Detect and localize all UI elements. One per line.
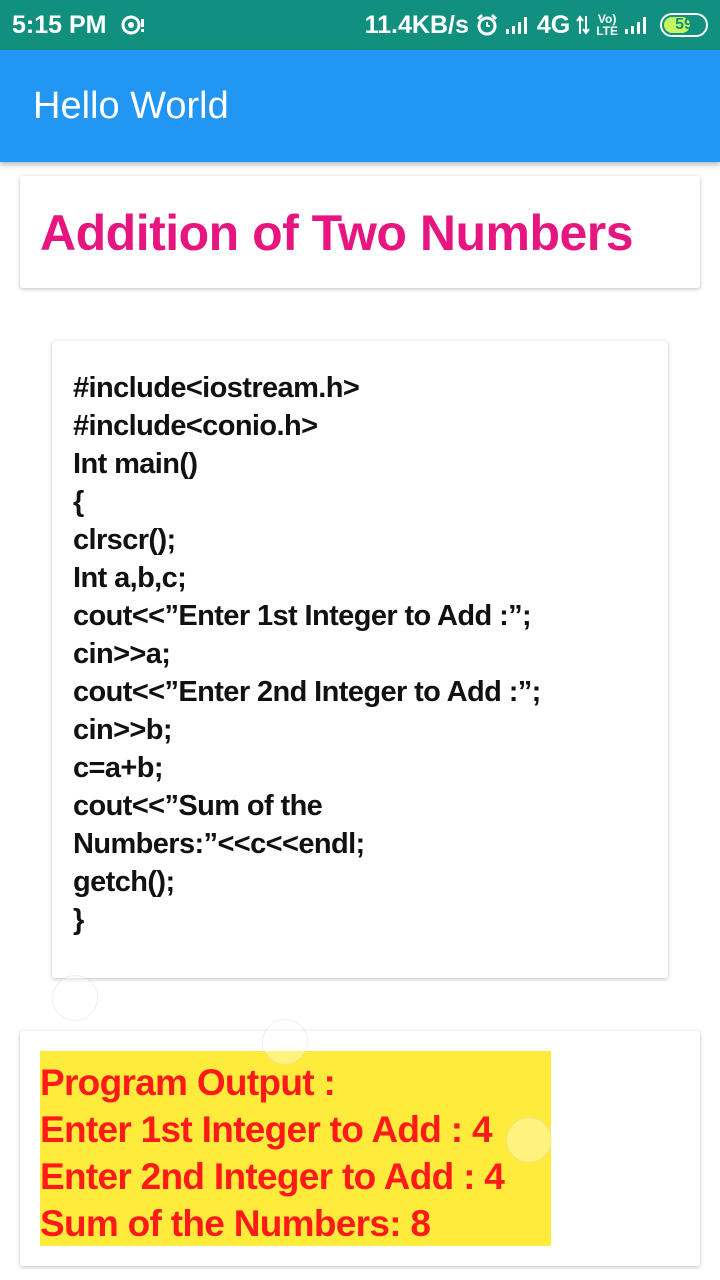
- code-line: c=a+b;: [73, 752, 164, 784]
- output-line: Sum of the Numbers: 8: [40, 1203, 431, 1244]
- sync-notification-icon: [120, 14, 146, 36]
- code-listing: #include<iostream.h> #include<conio.h> Int…: [73, 369, 658, 939]
- code-line: cout<<”Enter 2nd Integer to Add :”;: [73, 676, 541, 708]
- code-line: {: [73, 486, 84, 518]
- output-card: Program Output : Enter 1st Integer to Add…: [20, 1031, 700, 1266]
- page-heading: Addition of Two Numbers: [40, 205, 634, 261]
- volte-icon: Vo) LTE: [596, 13, 618, 37]
- output-line: Program Output :: [40, 1062, 336, 1103]
- status-bar: 5:15 PM 11.4KB/s 4G Vo) LTE 59: [0, 0, 720, 50]
- data-arrows-icon: [576, 14, 591, 36]
- code-line: clrscr();: [73, 524, 176, 556]
- network-speed: 11.4KB/s: [364, 10, 469, 39]
- volte-bottom-label: LTE: [596, 24, 618, 38]
- network-type: 4G: [536, 10, 571, 39]
- output-line: Enter 2nd Integer to Add : 4: [40, 1156, 505, 1197]
- touch-ripple: [52, 975, 98, 1021]
- app-bar: Hello World: [0, 50, 720, 162]
- title-card: Addition of Two Numbers: [20, 176, 700, 288]
- code-line: Int a,b,c;: [73, 562, 187, 594]
- app-title: Hello World: [33, 84, 229, 127]
- code-line: #include<conio.h>: [73, 410, 318, 442]
- code-line: }: [73, 904, 84, 936]
- code-line: #include<iostream.h>: [73, 372, 360, 404]
- signal-strength-icon: [505, 15, 531, 35]
- code-line: getch();: [73, 866, 175, 898]
- code-card: #include<iostream.h> #include<conio.h> Int…: [52, 341, 668, 978]
- code-line: Numbers:”<<c<<endl;: [73, 828, 365, 860]
- status-time: 5:15 PM: [12, 10, 107, 39]
- battery-level: 59: [675, 16, 693, 33]
- signal-strength-2-icon: [624, 15, 650, 35]
- code-line: cout<<”Sum of the: [73, 790, 323, 822]
- alarm-icon: [475, 13, 499, 37]
- code-line: Int main(): [73, 448, 198, 480]
- code-line: cin>>a;: [73, 638, 171, 670]
- code-line: cin>>b;: [73, 714, 173, 746]
- touch-ripple: [506, 1117, 552, 1163]
- code-line: cout<<”Enter 1st Integer to Add :”;: [73, 600, 532, 632]
- battery-icon: 59: [660, 13, 708, 37]
- output-line: Enter 1st Integer to Add : 4: [40, 1109, 493, 1150]
- touch-ripple: [262, 1019, 308, 1065]
- program-output: Program Output : Enter 1st Integer to Add…: [40, 1051, 551, 1246]
